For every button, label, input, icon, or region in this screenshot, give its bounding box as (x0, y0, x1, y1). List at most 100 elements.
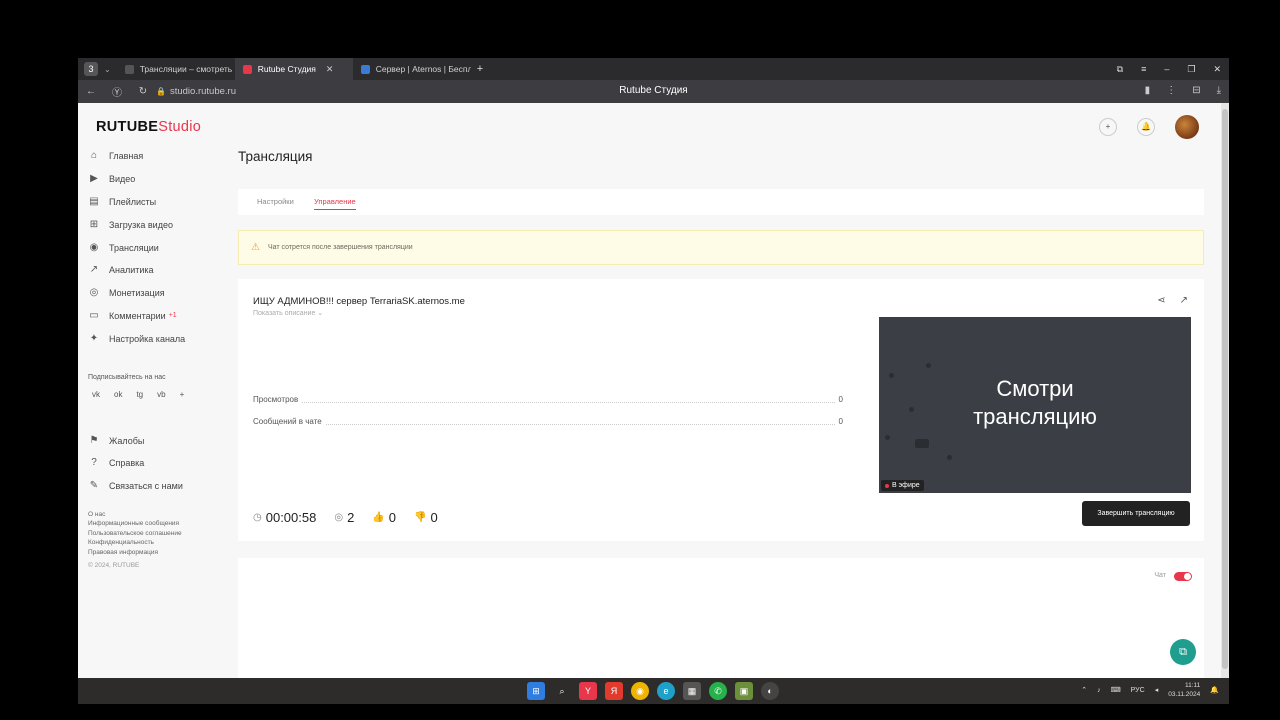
tab-management[interactable]: Управление (314, 197, 356, 210)
keyboard-icon[interactable]: ⌨ (1111, 686, 1121, 694)
browser-tab-aternos[interactable]: Сервер | Aternos | Беспла (353, 58, 471, 80)
browser-tab-broadcasts[interactable]: Трансляции – смотреть в (117, 58, 235, 80)
stream-preview[interactable]: Смотри трансляцию В эфире (879, 317, 1191, 493)
system-tray: ⌃ ♪ ⌨ РУС ◂ 11:11 03.11.2024 🔔 (1081, 681, 1219, 699)
sidebar-item-complaints[interactable]: ⚑ Жалобы (88, 429, 228, 452)
obs-icon[interactable]: ◐ (761, 682, 779, 700)
more-social-icon[interactable]: + (180, 390, 185, 399)
rutube-studio-favicon-icon (242, 64, 252, 74)
home-icon: ⌂ (90, 150, 98, 162)
close-tab-icon[interactable]: ✕ (326, 64, 334, 75)
logo-suffix: Studio (158, 119, 202, 135)
edge-icon[interactable]: e (657, 682, 675, 700)
help-icon: ? (91, 457, 97, 469)
tab-label: Трансляции – смотреть в (139, 64, 235, 74)
chevron-down-icon[interactable]: ⌄ (104, 65, 111, 74)
whatsapp-icon[interactable]: ✆ (709, 682, 727, 700)
sidebar-item-broadcasts[interactable]: ◉ Трансляции (88, 236, 228, 259)
reload-icon[interactable]: ↻ (130, 86, 156, 97)
stream-counters: ◷ 00:00:58 ◎ 2 👍 0 👎 0 (253, 510, 438, 525)
sidebar-item-playlists[interactable]: ▤ Плейлисты (88, 191, 228, 214)
new-tab-icon[interactable]: + (477, 63, 483, 75)
close-window-icon[interactable]: ✕ (1213, 64, 1221, 75)
likes-value: 0 (388, 510, 396, 525)
sidebar-item-help[interactable]: ? Справка (88, 452, 228, 475)
tab-settings[interactable]: Настройки (257, 197, 294, 206)
minecraft-icon[interactable]: ▣ (735, 682, 753, 700)
sidebar-item-label: Загрузка видео (109, 219, 173, 230)
social-links: vk ok tg vb + (92, 390, 228, 399)
sidebar-item-home[interactable]: ⌂ Главная (88, 145, 228, 168)
viber-icon[interactable]: vb (157, 390, 165, 399)
ok-icon[interactable]: ok (114, 390, 122, 399)
language-indicator[interactable]: РУС (1131, 687, 1145, 694)
tab-bar: 3 ⌄ Трансляции – смотреть в Rutube Студи… (78, 58, 1229, 80)
yandex-icon[interactable]: Ⓨ (104, 84, 130, 99)
stat-chat-messages: Сообщений в чате 0 (253, 417, 843, 426)
start-icon[interactable]: ⊞ (527, 682, 545, 700)
tray-chevron-icon[interactable]: ⌃ (1081, 686, 1087, 694)
broadcast-icon: ◉ (89, 241, 99, 253)
yandex-icon[interactable]: Я (605, 682, 623, 700)
browser-tab-rutube-studio[interactable]: Rutube Студия ✕ (234, 58, 353, 80)
footer-link-info[interactable]: Информационные сообщения (88, 519, 228, 529)
share-icon[interactable]: ⋖ (1157, 295, 1165, 306)
scrollbar-thumb[interactable] (1222, 109, 1228, 669)
collections-icon[interactable]: ⊟ (1192, 85, 1200, 96)
rutube-studio-logo[interactable]: RUTUBEStudio (96, 119, 201, 135)
sidebar-item-comments[interactable]: ▭ Комментарии +1 (88, 305, 228, 328)
store-icon[interactable]: ▦ (683, 682, 701, 700)
clock[interactable]: 11:11 03.11.2024 (1168, 681, 1200, 699)
sidebar-item-upload[interactable]: ⊞ Загрузка видео (88, 213, 228, 236)
external-link-icon[interactable]: ↗ (1180, 295, 1188, 306)
telegram-icon[interactable]: tg (136, 390, 143, 399)
stat-label: Просмотров (253, 395, 299, 404)
sidebar-item-video[interactable]: ▶ Видео (88, 168, 228, 191)
notifications-bell-icon[interactable]: 🔔 (1210, 686, 1219, 694)
vk-icon[interactable]: vk (92, 390, 100, 399)
yandex-browser-icon[interactable]: Y (579, 682, 597, 700)
volume-icon[interactable]: ◂ (1155, 686, 1159, 694)
footer-link-terms[interactable]: Пользовательское соглашение (88, 529, 228, 539)
microphone-icon[interactable]: ♪ (1097, 687, 1101, 694)
stream-actions: ⋖ ↗ (1157, 295, 1188, 306)
sidebar-item-label: Видео (109, 174, 136, 185)
live-dot-icon (885, 483, 889, 488)
duration-value: 00:00:58 (265, 510, 317, 525)
menu-icon[interactable]: ≡ (1141, 64, 1146, 74)
sidebar-item-analytics[interactable]: ↗ Аналитика (88, 259, 228, 282)
playlist-icon: ▤ (89, 195, 99, 207)
page-title: Трансляция (238, 149, 313, 164)
url-field[interactable]: studio.rutube.ru (170, 86, 236, 97)
more-icon[interactable]: ⋮ (1166, 85, 1176, 96)
chat-warning: ⚠ Чат сотрется после завершения трансляц… (238, 230, 1204, 265)
bookmark-icon[interactable]: ▮ (1145, 85, 1151, 96)
sidebar-secondary: ⚑ Жалобы ? Справка ✎ Связаться с нами (88, 429, 228, 497)
screen: 3 ⌄ Трансляции – смотреть в Rutube Студи… (0, 0, 1280, 720)
end-stream-button[interactable]: Завершить трансляцию (1082, 501, 1190, 526)
taskbar-apps: ⊞ ⌕ Y Я ◉ e ▦ ✆ ▣ ◐ (527, 682, 779, 700)
page-scrollbar[interactable] (1221, 103, 1229, 678)
workspace-badge[interactable]: 3 (84, 62, 98, 76)
sidebar-item-monetization[interactable]: ◎ Монетизация (88, 282, 228, 305)
show-description-link[interactable]: Показать описание ⌄ (253, 309, 323, 317)
back-icon[interactable]: ← (78, 86, 104, 97)
sidebar-item-label: Комментарии (109, 310, 166, 321)
sidebar-item-contact[interactable]: ✎ Связаться с нами (88, 475, 228, 498)
restore-icon[interactable]: ❐ (1187, 64, 1195, 75)
search-icon[interactable]: ⌕ (553, 682, 571, 700)
wand-icon: ✦ (89, 332, 99, 344)
tab-manager-icon[interactable]: ⧉ (1117, 64, 1123, 75)
avatar[interactable] (1175, 115, 1199, 139)
footer-link-privacy[interactable]: Конфиденциальность (88, 538, 228, 548)
notifications-icon[interactable]: 🔔 (1137, 118, 1155, 136)
chat-toggle[interactable] (1174, 572, 1192, 581)
add-content-icon[interactable]: + (1099, 118, 1117, 136)
sidebar-item-channel-settings[interactable]: ✦ Настройка канала (88, 327, 228, 350)
footer-link-legal[interactable]: Правовая информация (88, 548, 228, 558)
download-icon[interactable]: ⤓ (1217, 85, 1221, 96)
minimize-icon[interactable]: – (1164, 64, 1169, 74)
support-chat-icon[interactable]: ⧉ (1170, 639, 1196, 665)
chrome-icon[interactable]: ◉ (631, 682, 649, 700)
footer-link-about[interactable]: О нас (88, 510, 228, 520)
